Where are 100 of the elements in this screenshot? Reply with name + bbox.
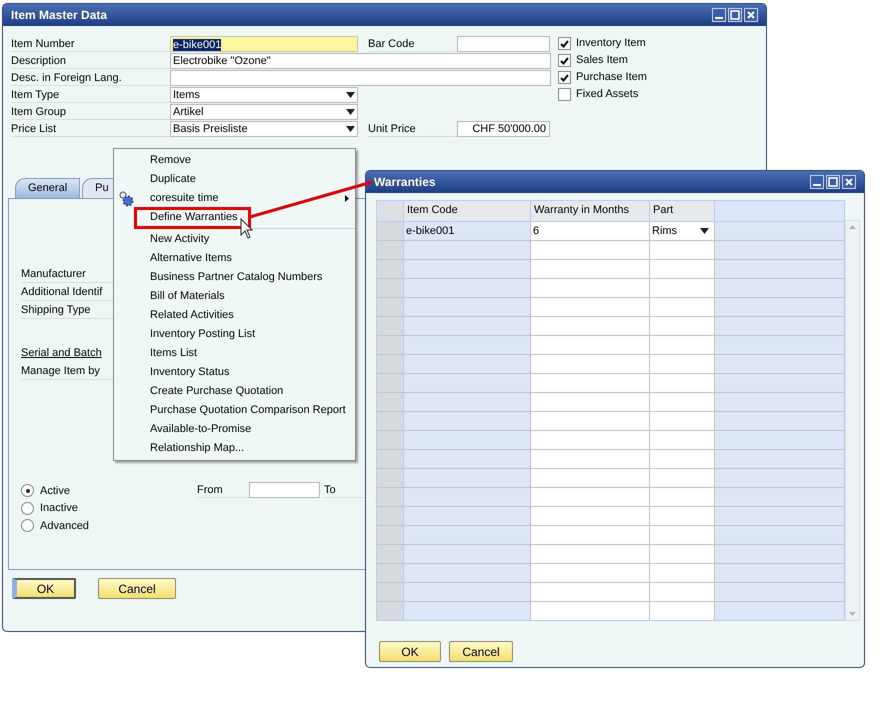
table-cell[interactable] (531, 602, 650, 620)
row-header[interactable] (377, 526, 404, 544)
table-cell[interactable] (531, 260, 650, 278)
dropdown-arrow-icon[interactable] (346, 108, 355, 114)
table-cell[interactable] (531, 545, 650, 563)
scroll-down-icon[interactable] (849, 612, 856, 616)
table-cell[interactable] (650, 602, 715, 620)
menu-item[interactable]: Available-to-Promise (114, 420, 355, 439)
menu-item[interactable]: Inventory Posting List (114, 325, 355, 344)
row-header[interactable] (377, 488, 404, 506)
table-cell[interactable] (650, 260, 715, 278)
text-field[interactable]: e-bike001 (170, 36, 358, 52)
row-header[interactable] (377, 545, 404, 563)
table-cell[interactable] (531, 526, 650, 544)
table-cell[interactable] (531, 431, 650, 449)
row-header[interactable] (377, 241, 404, 259)
table-cell[interactable] (650, 336, 715, 354)
scroll-up-icon[interactable] (849, 225, 856, 229)
row-header[interactable] (377, 222, 404, 240)
dropdown-arrow-icon[interactable] (700, 228, 709, 234)
radio-button[interactable] (21, 502, 34, 515)
scrollbar[interactable] (845, 220, 860, 621)
maximize-icon[interactable] (826, 175, 840, 189)
table-cell[interactable] (531, 393, 650, 411)
checkbox[interactable] (558, 37, 571, 50)
checkbox[interactable] (558, 71, 571, 84)
table-cell[interactable] (531, 488, 650, 506)
menu-item[interactable]: Create Purchase Quotation (114, 382, 355, 401)
table-cell[interactable] (531, 583, 650, 601)
row-header[interactable] (377, 336, 404, 354)
row-header[interactable] (377, 431, 404, 449)
menu-item[interactable]: Purchase Quotation Comparison Report (114, 401, 355, 420)
table-cell[interactable] (650, 317, 715, 335)
row-header[interactable] (377, 450, 404, 468)
row-header[interactable] (377, 412, 404, 430)
tab[interactable]: General (15, 178, 80, 198)
table-cell[interactable] (650, 241, 715, 259)
dialog-button[interactable]: Cancel (98, 578, 176, 599)
menu-item[interactable]: Remove (114, 151, 355, 170)
dropdown-field[interactable]: Artikel (170, 104, 358, 120)
menu-item[interactable]: Items List (114, 344, 355, 363)
table-cell[interactable] (531, 469, 650, 487)
table-cell[interactable] (531, 336, 650, 354)
radio-button[interactable] (21, 519, 34, 532)
table-cell[interactable] (650, 469, 715, 487)
row-header[interactable] (377, 507, 404, 525)
menu-item[interactable]: Define Warranties (114, 208, 355, 227)
text-field[interactable] (170, 70, 551, 86)
menu-item[interactable]: Alternative Items (114, 249, 355, 268)
table-cell[interactable]: 6 (531, 222, 650, 240)
close-icon[interactable] (744, 8, 758, 22)
row-header[interactable] (377, 583, 404, 601)
table-cell[interactable] (650, 393, 715, 411)
menu-item[interactable]: Related Activities (114, 306, 355, 325)
table-cell[interactable] (531, 450, 650, 468)
row-header[interactable] (377, 602, 404, 620)
table-cell[interactable] (531, 507, 650, 525)
minimize-icon[interactable] (712, 8, 726, 22)
minimize-icon[interactable] (810, 175, 824, 189)
row-header[interactable] (377, 355, 404, 373)
table-cell[interactable] (650, 564, 715, 582)
row-header[interactable] (377, 260, 404, 278)
table-cell[interactable] (650, 374, 715, 392)
row-header[interactable] (377, 279, 404, 297)
row-header[interactable] (377, 317, 404, 335)
table-cell[interactable] (531, 374, 650, 392)
table-cell[interactable] (531, 412, 650, 430)
dropdown-arrow-icon[interactable] (346, 92, 355, 98)
dropdown-field[interactable]: Basis Preisliste (170, 120, 358, 136)
dialog-button[interactable]: OK (12, 578, 76, 599)
menu-item[interactable]: Inventory Status (114, 363, 355, 382)
maximize-icon[interactable] (728, 8, 742, 22)
radio-button[interactable] (21, 484, 34, 498)
row-header[interactable] (377, 564, 404, 582)
dropdown-field[interactable]: Items (170, 86, 358, 102)
menu-item[interactable]: Bill of Materials (114, 287, 355, 306)
table-cell[interactable] (531, 317, 650, 335)
table-cell[interactable] (531, 355, 650, 373)
checkbox[interactable] (558, 54, 571, 67)
menu-item[interactable]: Relationship Map... (114, 439, 355, 458)
checkbox[interactable] (558, 88, 571, 101)
dropdown-cell[interactable]: Rims (650, 222, 715, 240)
table-cell[interactable] (650, 412, 715, 430)
table-cell[interactable] (650, 526, 715, 544)
close-icon[interactable] (842, 175, 856, 189)
table-cell[interactable] (650, 431, 715, 449)
table-cell[interactable] (531, 564, 650, 582)
row-header[interactable] (377, 298, 404, 316)
table-cell[interactable] (531, 279, 650, 297)
table-cell[interactable] (531, 241, 650, 259)
table-cell[interactable] (650, 298, 715, 316)
row-header[interactable] (377, 374, 404, 392)
row-header[interactable] (377, 393, 404, 411)
table-cell[interactable] (650, 450, 715, 468)
row-header[interactable] (377, 469, 404, 487)
table-cell[interactable] (650, 355, 715, 373)
table-cell[interactable] (531, 298, 650, 316)
dropdown-arrow-icon[interactable] (346, 126, 355, 132)
text-field[interactable] (457, 36, 550, 52)
text-field[interactable]: CHF 50'000.00 (457, 120, 550, 136)
